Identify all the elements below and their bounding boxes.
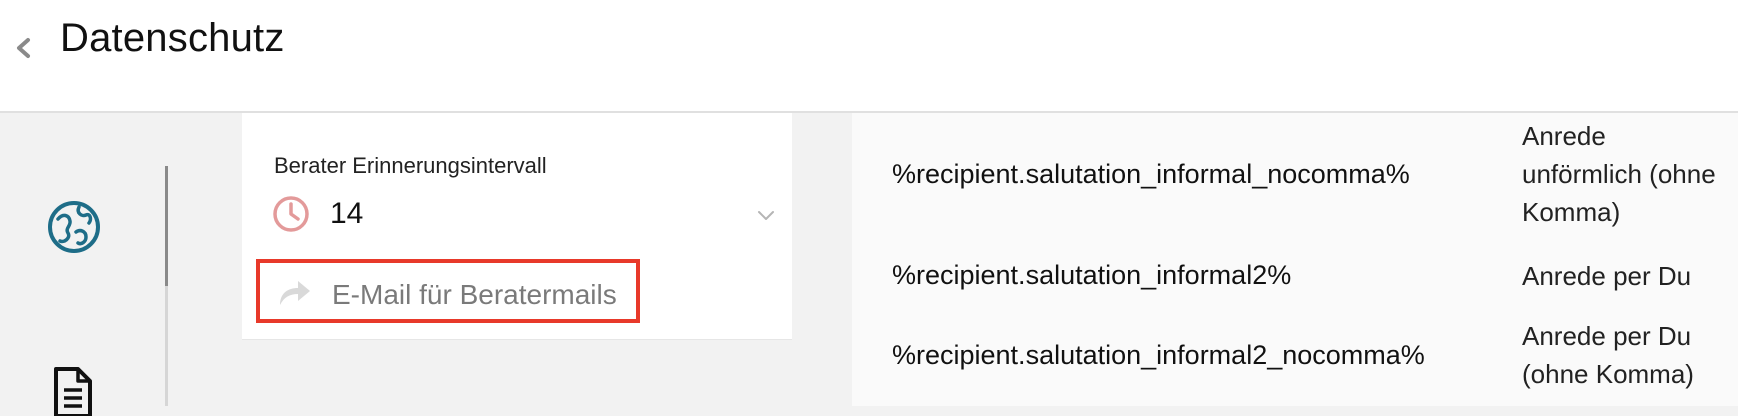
table-row-description: Anrede unförmlich (ohne Komma) — [1522, 121, 1716, 227]
chevron-left-icon[interactable] — [12, 32, 34, 64]
rail-divider-active — [165, 166, 168, 286]
left-rail — [0, 113, 206, 406]
page-title: Datenschutz — [60, 16, 285, 60]
table-row-variable: %recipient.salutation_informal2% — [892, 260, 1292, 290]
share-arrow-icon — [280, 281, 310, 305]
table-row-variable: %recipient.salutation_informal_nocomma% — [892, 159, 1410, 189]
clock-icon — [273, 196, 309, 232]
table-row-variable: %recipient.salutation_informal2_nocomma% — [892, 340, 1425, 370]
email-input-highlighted[interactable]: E-Mail für Beratermails — [256, 259, 640, 323]
table-row-description: Anrede per Du (ohne Komma) — [1522, 321, 1694, 389]
chevron-down-icon[interactable] — [756, 209, 776, 223]
document-icon[interactable] — [50, 366, 96, 416]
placeholder-table: %recipient.salutation_informal_nocomma% … — [852, 113, 1738, 406]
globe-icon[interactable] — [46, 199, 102, 255]
top-header: Datenschutz — [0, 0, 1738, 113]
table-row-description: Anrede per Du — [1522, 261, 1692, 291]
interval-label: Berater Erinnerungsintervall — [274, 153, 547, 178]
interval-select-value[interactable]: 14 — [330, 197, 363, 231]
settings-card: Berater Erinnerungsintervall 14 E-Mail f… — [242, 113, 792, 340]
email-input-placeholder[interactable]: E-Mail für Beratermails — [332, 279, 617, 311]
